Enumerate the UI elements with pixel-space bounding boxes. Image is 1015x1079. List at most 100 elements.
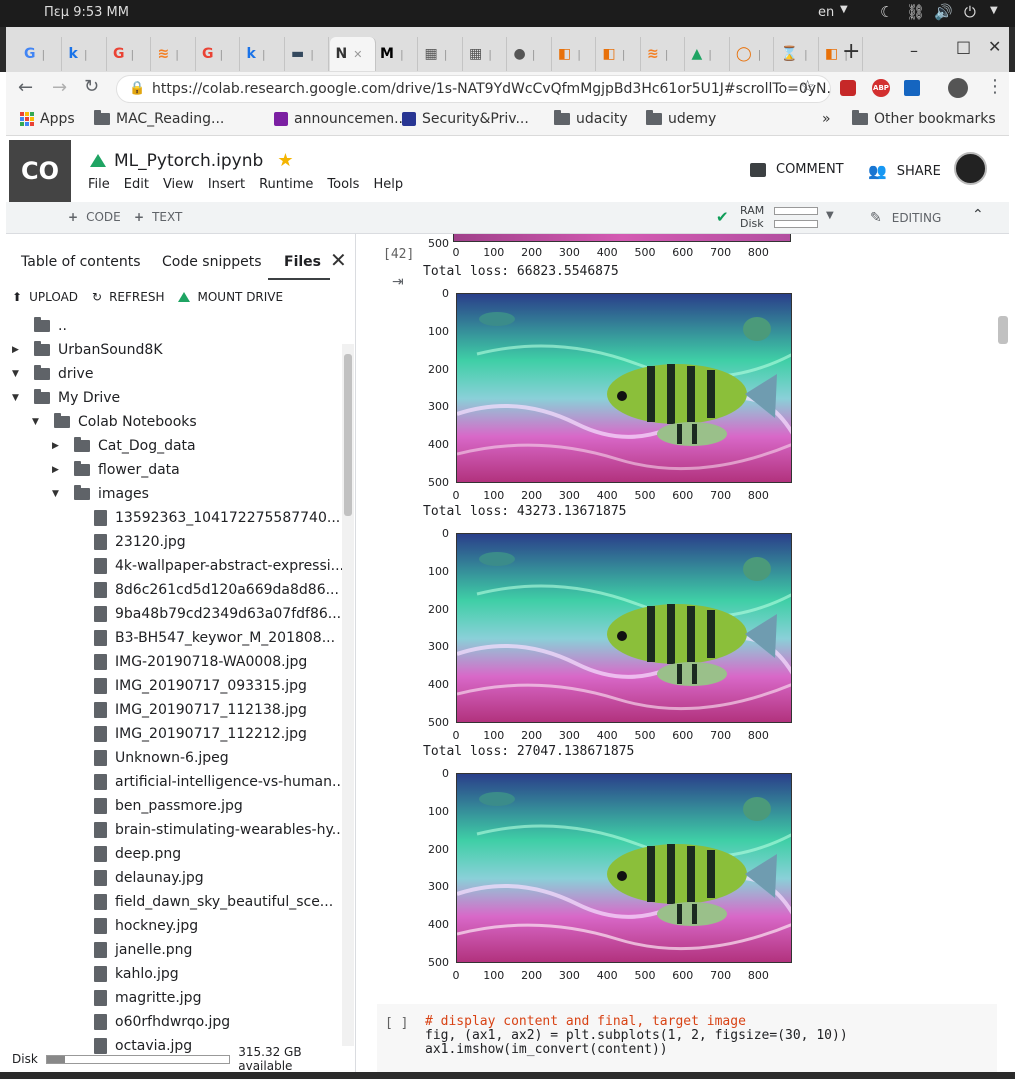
browser-tab[interactable]: ▦ | — [463, 37, 507, 71]
browser-tab[interactable]: ≋ | — [152, 37, 196, 71]
folder-item[interactable]: ▶ flower_data — [52, 461, 180, 478]
browser-tab[interactable]: G | — [18, 37, 62, 71]
close-tab-icon[interactable]: ✕ — [353, 48, 362, 61]
close-sidebar-icon[interactable]: ✕ — [330, 248, 347, 272]
file-item[interactable]: B3-BH547_keywor_M_201808... — [72, 630, 335, 646]
collapse-arrow-icon[interactable]: ▼ — [52, 489, 62, 499]
browser-tab[interactable]: G | — [107, 37, 151, 71]
collapse-arrow-icon[interactable]: ▼ — [32, 417, 42, 427]
browser-tab[interactable]: ▬ | — [285, 37, 329, 71]
add-text-button[interactable]: + TEXT — [134, 210, 182, 224]
close-window-button[interactable]: ✕ — [988, 37, 1001, 56]
file-item[interactable]: IMG_20190717_112212.jpg — [72, 726, 307, 742]
upload-button[interactable]: ⬆ UPLOAD — [12, 290, 78, 304]
share-button[interactable]: 👥 SHARE — [868, 162, 941, 180]
file-item[interactable]: IMG_20190717_093315.jpg — [72, 678, 307, 694]
collapse-arrow-icon[interactable]: ▼ — [12, 369, 22, 379]
notebook-title[interactable]: ML_Pytorch.ipynb — [114, 151, 263, 171]
url-field[interactable]: 🔒 https://colab.research.google.com/driv… — [116, 75, 831, 103]
file-item[interactable]: 13592363_104172275587740... — [72, 510, 340, 526]
new-tab-button[interactable]: + — [842, 39, 860, 64]
colab-logo[interactable]: CO — [9, 140, 71, 202]
bookmark-security-privacy[interactable]: Security&Priv... — [402, 111, 529, 127]
file-item[interactable]: janelle.png — [72, 942, 192, 958]
menu-insert[interactable]: Insert — [208, 177, 245, 192]
scrollbar-thumb[interactable] — [998, 316, 1008, 344]
expand-arrow-icon[interactable]: ▶ — [52, 441, 62, 451]
bookmarks-overflow-button[interactable]: » — [822, 111, 831, 127]
profile-avatar[interactable] — [948, 78, 968, 98]
folder-item[interactable]: ▼ images — [52, 485, 149, 502]
file-item[interactable]: kahlo.jpg — [72, 966, 179, 982]
browser-tab[interactable]: ⌛ | — [775, 37, 819, 71]
browser-tab[interactable]: ● | — [508, 37, 552, 71]
file-item[interactable]: 9ba48b79cd2349d63a07fdf86... — [72, 606, 341, 622]
menu-edit[interactable]: Edit — [124, 177, 149, 192]
power-icon[interactable]: ⏻ — [964, 3, 976, 21]
browser-tab[interactable]: G | — [196, 37, 240, 71]
folder-item[interactable]: ▶ UrbanSound8K — [12, 341, 163, 358]
browser-tab[interactable]: M | — [374, 37, 418, 71]
bookmark-announcements[interactable]: announcemen... — [274, 111, 407, 127]
tab-files[interactable]: Files — [284, 254, 321, 270]
collapse-arrow-icon[interactable]: ▼ — [12, 393, 22, 403]
browser-tab[interactable]: ▦ | — [419, 37, 463, 71]
extension-icon[interactable] — [904, 80, 920, 96]
collapse-header-icon[interactable]: ⌃ — [972, 207, 984, 223]
back-icon[interactable]: ← — [18, 77, 33, 98]
file-item[interactable]: 23120.jpg — [72, 534, 186, 550]
clock[interactable]: Πεμ 9:53 ΜΜ — [44, 5, 129, 20]
file-item[interactable]: field_dawn_sky_beautiful_sce... — [72, 894, 333, 910]
browser-tab[interactable]: ◯ | — [730, 37, 774, 71]
forward-icon[interactable]: → — [52, 77, 67, 98]
bookmark-star-icon[interactable]: ☆ — [800, 77, 815, 97]
file-item[interactable]: o60rfhdwrqo.jpg — [72, 1014, 230, 1030]
extension-icon[interactable] — [840, 80, 856, 96]
browser-tab[interactable]: ≋ | — [641, 37, 685, 71]
night-mode-icon[interactable]: ☾ — [880, 3, 893, 21]
folder-item[interactable]: ▼ Colab Notebooks — [32, 413, 197, 430]
bookmark-folder-mac-reading[interactable]: MAC_Reading... — [94, 110, 224, 127]
chevron-down-icon[interactable]: ▼ — [826, 210, 834, 221]
adblock-icon[interactable]: ABP — [872, 79, 890, 97]
browser-tab[interactable]: ◧ | — [552, 37, 596, 71]
expand-arrow-icon[interactable]: ▶ — [52, 465, 62, 475]
notebook-scrollbar[interactable] — [997, 304, 1009, 904]
output-action-icon[interactable]: ⇥ — [392, 274, 404, 290]
expand-arrow-icon[interactable]: ▶ — [12, 345, 22, 355]
folder-item[interactable]: ▼ drive — [12, 365, 93, 382]
scrollbar-thumb[interactable] — [344, 354, 352, 516]
bookmark-folder-udemy[interactable]: udemy — [646, 110, 716, 127]
browser-menu-icon[interactable]: ⋮ — [986, 76, 1004, 97]
menu-tools[interactable]: Tools — [327, 177, 359, 192]
file-item[interactable]: magritte.jpg — [72, 990, 201, 1006]
browser-tab[interactable]: ◧ | — [597, 37, 641, 71]
file-item[interactable]: 4k-wallpaper-abstract-expressi... — [72, 558, 344, 574]
apps-bookmark[interactable]: Apps — [20, 111, 75, 127]
folder-item[interactable]: ▶ Cat_Dog_data — [52, 437, 196, 454]
code-editor[interactable]: # display content and final, target imag… — [425, 1015, 848, 1057]
menu-runtime[interactable]: Runtime — [259, 177, 313, 192]
account-avatar[interactable] — [954, 152, 987, 185]
folder-item[interactable]: .. — [12, 317, 67, 334]
file-item[interactable]: deep.png — [72, 846, 181, 862]
add-code-button[interactable]: + CODE — [68, 210, 121, 224]
resource-monitor[interactable]: RAM Disk — [740, 204, 818, 230]
bookmark-folder-other[interactable]: Other bookmarks — [852, 110, 996, 127]
file-item[interactable]: Unknown-6.jpeg — [72, 750, 229, 766]
file-item[interactable]: IMG-20190718-WA0008.jpg — [72, 654, 307, 670]
editing-mode-button[interactable]: ✎ EDITING — [870, 210, 941, 226]
file-item[interactable]: delaunay.jpg — [72, 870, 204, 886]
file-item[interactable]: ben_passmore.jpg — [72, 798, 243, 814]
network-icon[interactable]: ⛓ — [906, 3, 925, 21]
refresh-button[interactable]: ↻ REFRESH — [92, 290, 164, 304]
file-item[interactable]: artificial-intelligence-vs-human... — [72, 774, 345, 790]
file-item[interactable]: hockney.jpg — [72, 918, 198, 934]
tab-table-of-contents[interactable]: Table of contents — [21, 254, 141, 270]
bookmark-folder-udacity[interactable]: udacity — [554, 110, 628, 127]
comment-button[interactable]: COMMENT — [750, 162, 844, 177]
file-item[interactable]: brain-stimulating-wearables-hy... — [72, 822, 345, 838]
menu-view[interactable]: View — [163, 177, 194, 192]
star-icon[interactable]: ★ — [277, 150, 293, 171]
file-item[interactable]: 8d6c261cd5d120a669da8d86... — [72, 582, 339, 598]
